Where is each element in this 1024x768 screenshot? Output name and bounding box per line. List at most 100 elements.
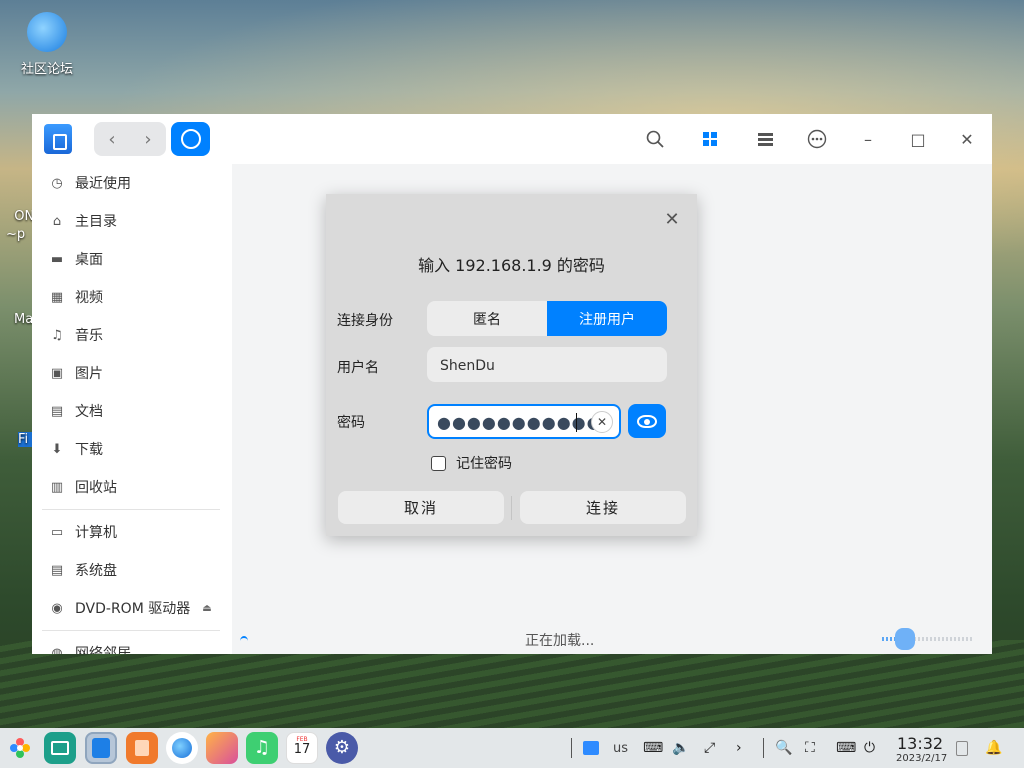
music-icon: ♫ [51, 327, 63, 343]
sidebar-divider [42, 509, 220, 510]
dialog-close-button[interactable]: ✕ [661, 208, 683, 230]
global-search-button[interactable]: 🔍 [775, 728, 792, 768]
sidebar-item-downloads[interactable]: ⬇ 下载 [32, 430, 232, 468]
list-view-button[interactable] [751, 125, 779, 153]
more-menu-button[interactable] [803, 125, 831, 153]
back-button[interactable]: ‹ [94, 122, 130, 156]
keyboard-tray-button[interactable]: ⌨ [836, 728, 856, 768]
search-icon [646, 130, 664, 148]
forward-button[interactable]: › [130, 122, 166, 156]
remember-password-label: 记住密码 [456, 456, 512, 472]
password-dialog: ✕ 输入 192.168.1.9 的密码 连接身份 匿名 注册用户 用户名 密码… [326, 194, 697, 536]
screen-capture-app-icon [583, 741, 599, 755]
sidebar-item-network[interactable]: ◍ 网络邻居 [32, 634, 232, 655]
eject-icon[interactable]: ⏏ [202, 603, 211, 614]
desktop-icon-label: Ma [14, 312, 34, 327]
sidebar-item-dvd[interactable]: ◉ DVD-ROM 驱动器 ⏏ [32, 589, 232, 627]
document-icon: ▤ [50, 403, 64, 419]
desktop-icon: ▬ [50, 251, 64, 267]
loading-status-text: 正在加载... [525, 633, 595, 649]
grid-view-icon [703, 132, 717, 146]
identity-anonymous-option[interactable]: 匿名 [427, 301, 547, 336]
keyboard-layout-indicator[interactable]: us [613, 728, 628, 768]
tray-divider [763, 738, 764, 758]
username-label: 用户名 [337, 360, 379, 376]
sidebar-item-label: DVD-ROM 驱动器 [75, 601, 191, 617]
picture-icon: ▣ [50, 365, 64, 381]
clock-date[interactable]: 2023/2/17 [896, 753, 947, 764]
desktop-icon-label: 社区论坛 [20, 62, 73, 77]
launcher-icon [10, 738, 30, 758]
show-password-button[interactable] [628, 404, 666, 438]
sidebar-item-computer[interactable]: ▭ 计算机 [32, 513, 232, 551]
sidebar-item-trash[interactable]: ▥ 回收站 [32, 468, 232, 506]
taskbar-app-store[interactable] [126, 732, 158, 764]
desktop-icon-forum[interactable]: 社区论坛 [14, 12, 80, 77]
username-field-wrap [427, 347, 667, 384]
connect-button[interactable]: 连接 [520, 491, 686, 524]
launcher-button[interactable] [4, 732, 36, 764]
clear-password-button[interactable]: ✕ [591, 411, 613, 433]
navigation-buttons: ‹ › [94, 122, 166, 156]
remember-password-checkbox[interactable]: 记住密码 [431, 453, 512, 473]
username-field[interactable] [427, 347, 622, 384]
video-icon: ▦ [50, 289, 64, 305]
close-button[interactable]: ✕ [953, 125, 981, 153]
sidebar-item-documents[interactable]: ▤ 文档 [32, 392, 232, 430]
taskbar-app-settings[interactable]: ⚙ [326, 732, 358, 764]
taskbar-app-file-manager[interactable] [85, 732, 117, 764]
sidebar-item-recent[interactable]: ◷ 最近使用 [32, 164, 232, 202]
notification-button[interactable]: 🔔 [985, 728, 1002, 768]
tray-screenshot-app[interactable] [583, 728, 599, 768]
breadcrumb-network-button[interactable] [171, 122, 210, 156]
maximize-button[interactable]: □ [904, 125, 932, 153]
zoom-slider-handle[interactable] [895, 628, 915, 650]
taskbar-app-multitask[interactable] [44, 732, 76, 764]
search-button[interactable] [641, 125, 669, 153]
sidebar-item-system-disk[interactable]: ▤ 系统盘 [32, 551, 232, 589]
multitask-icon [51, 741, 69, 755]
sidebar-item-label: 桌面 [75, 252, 103, 268]
screenshot-button[interactable]: ⛶ [805, 728, 815, 768]
desktop-icon-label: Fi [18, 432, 29, 447]
volume-icon: 🔈 [672, 740, 690, 756]
volume-button[interactable]: 🔈 [672, 728, 689, 768]
identity-registered-option[interactable]: 注册用户 [547, 301, 667, 336]
clock-icon: ◷ [51, 175, 63, 191]
sidebar-item-home[interactable]: ⌂ 主目录 [32, 202, 232, 240]
checkbox-box [431, 455, 446, 471]
taskbar-app-image-viewer[interactable] [206, 732, 238, 764]
desktop-icon-partial-2[interactable]: Ma [14, 312, 34, 327]
grid-view-button[interactable] [696, 125, 724, 153]
sidebar-item-label: 音乐 [75, 328, 103, 344]
music-app-icon: ♫ [253, 737, 271, 758]
browser-icon [172, 738, 192, 758]
network-icon: ◍ [51, 645, 63, 655]
sidebar-item-label: 文档 [75, 404, 103, 420]
taskbar-app-music[interactable]: ♫ [246, 732, 278, 764]
clock-time[interactable]: 13:32 [897, 734, 943, 753]
onscreen-keyboard-button[interactable]: ⌨ [643, 728, 663, 768]
sidebar-item-music[interactable]: ♫ 音乐 [32, 316, 232, 354]
taskbar-app-calendar[interactable]: FEB 17 [286, 732, 318, 764]
trash-dock-button[interactable] [956, 728, 968, 768]
network-button[interactable]: ⤢ [704, 728, 715, 768]
power-button[interactable]: ⏻ [864, 728, 875, 768]
dvd-icon: ◉ [51, 600, 63, 616]
tray-divider [571, 738, 572, 758]
computer-icon: ▭ [50, 524, 64, 540]
file-manager-icon [92, 738, 110, 758]
sidebar-item-videos[interactable]: ▦ 视频 [32, 278, 232, 316]
password-field[interactable]: ●●●●●●●●●●● ✕ [427, 404, 621, 439]
desktop-icon-partial-1[interactable]: ON ~p [6, 190, 34, 244]
taskbar-app-browser[interactable] [166, 732, 198, 764]
cancel-button[interactable]: 取消 [338, 491, 504, 524]
loading-spinner-icon [240, 636, 248, 646]
sidebar-item-pictures[interactable]: ▣ 图片 [32, 354, 232, 392]
sidebar-item-desktop[interactable]: ▬ 桌面 [32, 240, 232, 278]
tray-expand-button[interactable]: › [736, 728, 742, 768]
network-icon [180, 129, 201, 149]
dialog-title: 输入 192.168.1.9 的密码 [418, 256, 605, 275]
sidebar: ◷ 最近使用 ⌂ 主目录 ▬ 桌面 ▦ 视频 ♫ 音乐 ▣ 图片 ▤ 文档 ⬇ 下载 ▥ 回收站 … [32, 164, 232, 654]
minimize-button[interactable]: – [854, 125, 882, 153]
